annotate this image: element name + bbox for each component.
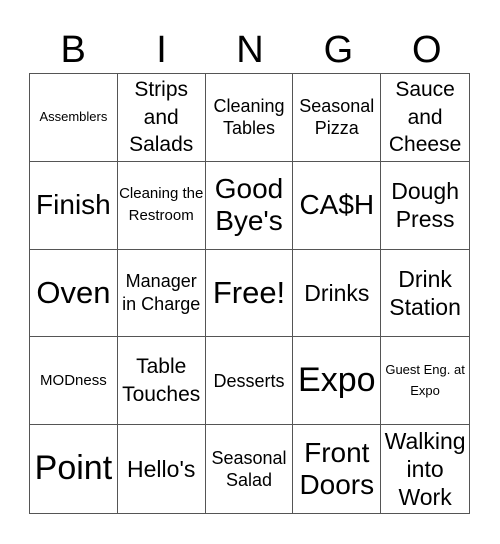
header-letter-o: O [411,29,442,71]
bingo-cell[interactable]: Walking into Work [381,425,469,513]
bingo-cell[interactable]: Drink Station [381,250,469,338]
bingo-cell[interactable]: Hello's [118,425,206,513]
bingo-cell[interactable]: Drinks [293,249,382,338]
bingo-cell[interactable]: Front Doors [293,425,382,513]
bingo-cell[interactable]: Dough Press [381,162,469,250]
bingo-cell[interactable]: Finish [30,161,118,250]
bingo-cell[interactable]: Cleaning the Restroom [117,161,206,250]
header-letter-b: B [60,29,86,71]
bingo-cell[interactable]: Oven [30,249,118,338]
header-letter-n: N [236,29,264,71]
bingo-cell[interactable]: Desserts [205,337,294,426]
bingo-cell[interactable]: Cleaning Tables [205,74,294,162]
bingo-cell[interactable]: Seasonal Pizza [293,74,382,162]
bingo-cell[interactable]: Manager in Charge [117,249,206,338]
bingo-cell[interactable]: Expo [293,337,382,426]
bingo-cell[interactable]: Guest Eng. at Expo [381,337,469,426]
bingo-cell[interactable]: Point [30,425,118,513]
bingo-header: B I N G O [29,28,471,72]
bingo-cell[interactable]: Table Touches [117,337,206,426]
bingo-cell[interactable]: Good Bye's [205,161,294,250]
bingo-cell[interactable]: MODness [30,337,118,426]
bingo-cell[interactable]: Sauce and Cheese [381,74,469,162]
bingo-cell[interactable]: CA$H [293,161,382,250]
bingo-cell[interactable]: Seasonal Salad [206,425,294,513]
bingo-cell[interactable]: Assemblers [30,74,118,162]
free-space[interactable]: Free! [205,249,294,338]
bingo-grid: Assemblers Strips and Salads Cleaning Ta… [29,73,470,514]
header-letter-g: G [323,29,354,71]
bingo-cell[interactable]: Strips and Salads [117,74,206,162]
header-letter-i: I [156,29,167,71]
